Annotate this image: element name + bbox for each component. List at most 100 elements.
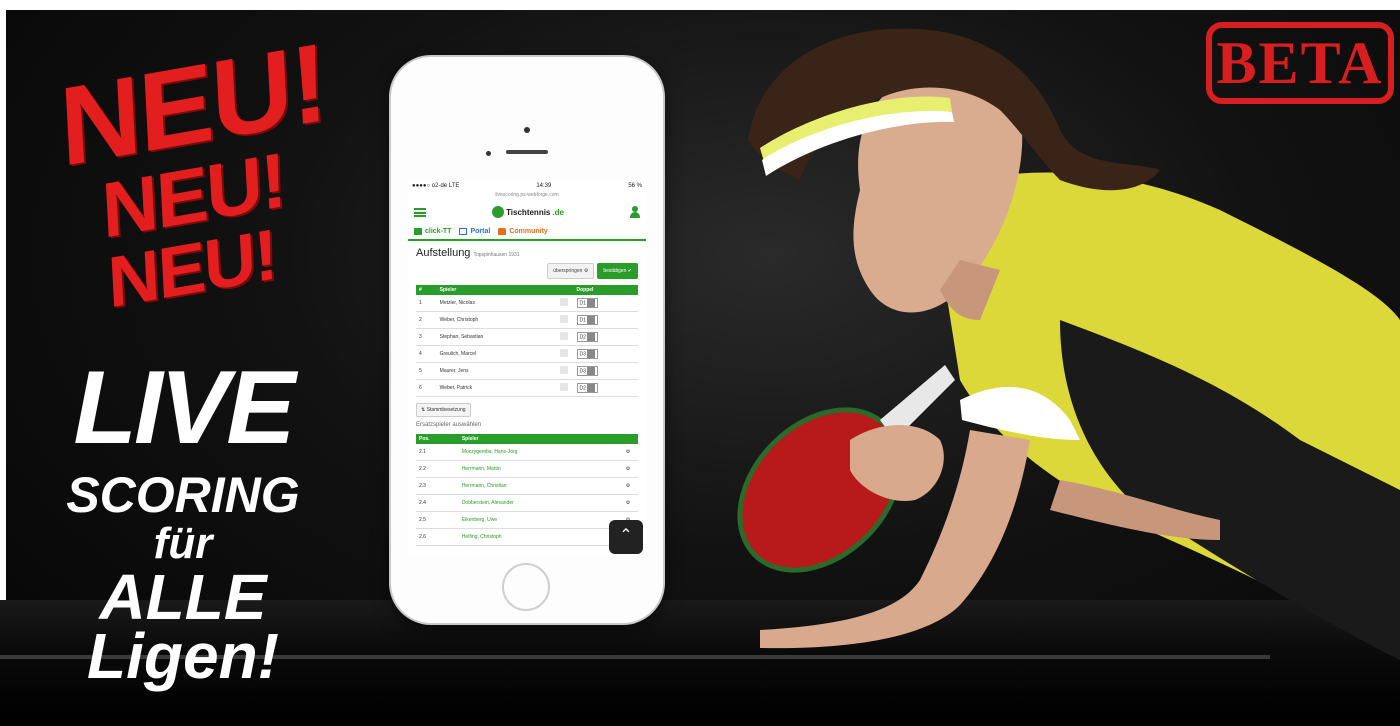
chevron-down-icon xyxy=(586,350,595,358)
row-pos: 6 xyxy=(416,379,437,397)
headline-ligen: Ligen! xyxy=(87,620,279,692)
skip-button[interactable]: überspringen ⚙ xyxy=(547,263,595,279)
doppel-value: D1 xyxy=(579,317,586,324)
row-pos: 3 xyxy=(416,328,437,346)
gear-icon[interactable]: ⚙ xyxy=(618,494,638,512)
table-row[interactable]: 5 Maurer, Jens D3 xyxy=(416,362,638,380)
stamm-button[interactable]: ⇅ Stammbesetzung xyxy=(416,403,471,417)
doppel-select[interactable]: D2 xyxy=(573,379,638,397)
trash-icon[interactable] xyxy=(553,328,574,346)
home-button[interactable] xyxy=(502,563,550,611)
site-logo[interactable]: Tischtennis .de xyxy=(492,206,564,218)
table-row[interactable]: 2.6Helfing, Christoph⚙ xyxy=(416,528,638,546)
headline-live: LIVE xyxy=(73,350,295,466)
table-row[interactable]: 2 Weber, Christoph D1 xyxy=(416,311,638,329)
confirm-button[interactable]: bestätigen ✔ xyxy=(597,263,638,279)
replacement-table: Pos. Spieler 2.1 Moczygemba, Hans-Jörg ⚙ 2.… xyxy=(416,434,638,546)
tab-label: Community xyxy=(509,227,548,235)
replacement-heading: Ersatzspieler auswählen xyxy=(416,422,482,428)
row-player: Weber, Christoph xyxy=(436,311,554,329)
trash-icon[interactable] xyxy=(553,311,574,329)
col-header: Spieler xyxy=(436,285,554,295)
table-tennis-player-illustration xyxy=(737,28,1400,660)
monitor-icon xyxy=(459,227,468,235)
row-pos: 2.4 xyxy=(416,494,459,512)
col-header: Doppel xyxy=(573,285,638,295)
phone-mockup: ●●●●○ o2-de LTE 14:39 56 % livescoring.p… xyxy=(391,57,663,623)
row-player[interactable]: Helfing, Christoph xyxy=(458,528,618,546)
table-row[interactable]: 2.5Eikenberg, Uwe⚙ xyxy=(416,511,638,529)
gear-icon[interactable]: ⚙ xyxy=(618,477,638,495)
lineup-panel: Aufstellung Topspinhausen 1931 überspring… xyxy=(408,241,646,552)
carrier-label: ●●●●○ o2-de LTE xyxy=(412,183,460,189)
table-row[interactable]: 2.3 Herrmann, Christian ⚙ xyxy=(416,477,638,495)
url-bar[interactable]: livescoring.ps-webforge.com xyxy=(408,192,646,201)
chevron-up-icon: ⌃ xyxy=(619,527,633,544)
phone-screen: ●●●●○ o2-de LTE 14:39 56 % livescoring.p… xyxy=(408,181,646,555)
row-player: Greulich, Marcel xyxy=(436,345,554,363)
col-header: # xyxy=(416,285,437,295)
trash-icon[interactable] xyxy=(553,379,574,397)
app-header: Tischtennis .de xyxy=(408,201,646,223)
table-row[interactable]: 2.1 Moczygemba, Hans-Jörg ⚙ xyxy=(416,444,638,461)
action-buttons: überspringen ⚙ bestätigen ✔ xyxy=(416,263,638,279)
gear-icon[interactable]: ⚙ xyxy=(618,460,638,478)
doppel-select[interactable]: D3 xyxy=(573,345,638,363)
table-row[interactable]: 1 Metzler, Nicolas D1 xyxy=(416,295,638,312)
row-player: Maurer, Jens xyxy=(436,362,554,380)
row-pos: 2.5 xyxy=(416,511,459,529)
trash-icon[interactable] xyxy=(553,295,574,312)
tab-label: click-TT xyxy=(425,227,452,235)
phone-speaker xyxy=(506,150,548,154)
doppel-select[interactable]: D1 xyxy=(573,295,638,312)
doppel-value: D1 xyxy=(579,300,586,307)
user-icon[interactable] xyxy=(630,206,640,218)
beta-stamp: BETA xyxy=(1206,22,1394,104)
table-row[interactable]: 4 Greulich, Marcel D3 xyxy=(416,345,638,363)
col-header: Spieler xyxy=(458,434,618,444)
col-header xyxy=(618,434,638,444)
row-player[interactable]: Herrmann, Christian xyxy=(458,477,618,495)
row-player: Weber, Patrick xyxy=(436,379,554,397)
row-player[interactable]: Eikenberg, Uwe xyxy=(458,511,618,529)
swap-icon: ⇅ xyxy=(421,407,426,413)
status-bar: ●●●●○ o2-de LTE 14:39 56 % xyxy=(408,181,646,192)
row-player[interactable]: Herrmann, Martin xyxy=(458,460,618,478)
row-pos: 1 xyxy=(416,295,437,312)
doppel-select[interactable]: D2 xyxy=(573,328,638,346)
table-row[interactable]: 2.2 Herrmann, Martin ⚙ xyxy=(416,460,638,478)
row-player[interactable]: Moczygemba, Hans-Jörg xyxy=(458,444,618,461)
clock: 14:39 xyxy=(536,183,552,189)
doppel-value: D2 xyxy=(579,385,586,392)
row-pos: 2.6 xyxy=(416,528,459,546)
title-text: Aufstellung xyxy=(416,247,471,259)
headline-scoring: SCORING xyxy=(66,467,300,523)
battery-label: 56 % xyxy=(628,183,642,189)
tab-community[interactable]: Community xyxy=(498,227,548,235)
lineup-table: # Spieler Doppel 1 Metzler, Nicolas D1 2 Web… xyxy=(416,285,638,397)
table-header: # Spieler Doppel xyxy=(416,285,638,295)
trash-icon[interactable] xyxy=(553,345,574,363)
trash-icon[interactable] xyxy=(553,362,574,380)
table-row[interactable]: 3 Stephan, Sebastian D2 xyxy=(416,328,638,346)
menu-icon[interactable] xyxy=(414,207,426,217)
chevron-down-icon xyxy=(586,299,595,307)
row-player[interactable]: Dobberstein, Alexander xyxy=(458,494,618,512)
doppel-value: D3 xyxy=(579,368,586,375)
row-player: Stephan, Sebastian xyxy=(436,328,554,346)
check-icon: ✔ xyxy=(627,268,632,274)
doppel-value: D3 xyxy=(579,351,586,358)
gear-icon[interactable]: ⚙ xyxy=(618,444,638,461)
doppel-select[interactable]: D3 xyxy=(573,362,638,380)
doppel-select[interactable]: D1 xyxy=(573,311,638,329)
scroll-top-button[interactable]: ⌃ xyxy=(609,520,643,554)
table-row[interactable]: 2.4 Dobberstein, Alexander ⚙ xyxy=(416,494,638,512)
promo-banner: NEU! NEU! NEU! LIVE SCORING für ALLE Lig… xyxy=(0,0,1400,726)
logo-tld: .de xyxy=(552,207,564,217)
table-row[interactable]: 6 Weber, Patrick D2 xyxy=(416,379,638,397)
tab-portal[interactable]: Portal xyxy=(459,227,490,235)
stamm-label: Stammbesetzung xyxy=(426,407,466,413)
tab-click-tt[interactable]: click-TT xyxy=(414,227,452,235)
chevron-down-icon xyxy=(586,384,595,392)
row-player: Metzler, Nicolas xyxy=(436,295,554,312)
